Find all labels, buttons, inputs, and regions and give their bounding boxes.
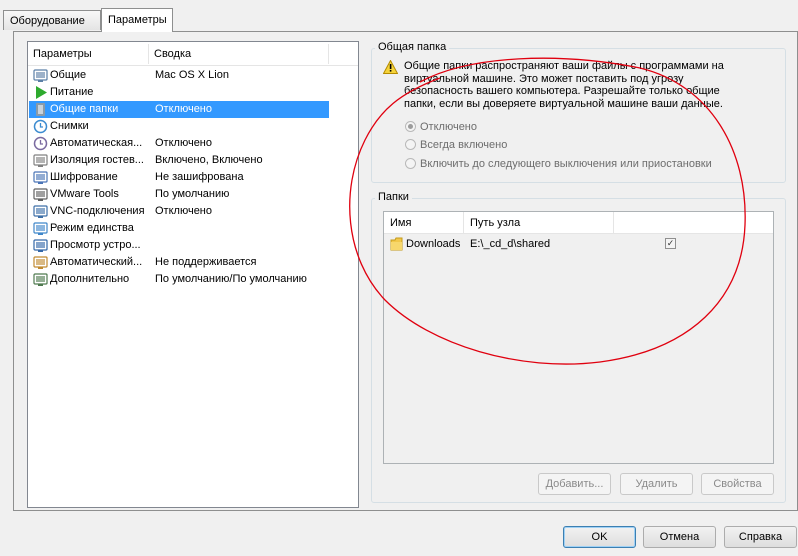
settings-list-item[interactable]: VNC-подключения Отключено — [29, 203, 359, 220]
settings-list-item[interactable]: Изоляция гостев... Включено, Включено — [29, 152, 359, 169]
folder-name: Downloads — [406, 238, 461, 250]
column-header-blank — [614, 212, 773, 234]
settings-item-name: Режим единства — [50, 222, 134, 234]
warning-line: папки, если вы доверяете виртуальной маш… — [404, 97, 723, 110]
settings-list-item[interactable]: Просмотр устро... — [29, 237, 359, 254]
settings-item-summary: Не поддерживается — [155, 256, 257, 268]
shared-folders-icon — [36, 103, 45, 116]
ok-button[interactable]: OK — [563, 526, 636, 548]
general-icon — [33, 69, 48, 82]
settings-item-summary: По умолчанию/По умолчанию — [155, 273, 307, 285]
radio-disabled-label: Отключено — [420, 121, 477, 133]
folder-host-path: E:\_cd_d\shared — [470, 238, 551, 250]
vmware-tools-icon — [33, 188, 48, 201]
advanced-icon — [33, 273, 48, 286]
warning-icon — [383, 60, 398, 74]
remove-folder-button[interactable]: Удалить — [620, 473, 693, 495]
tab-options[interactable]: Параметры — [101, 8, 173, 32]
column-header-name[interactable]: Имя — [384, 212, 464, 234]
power-play-icon — [36, 86, 47, 99]
settings-list-item[interactable]: Снимки — [29, 118, 359, 135]
settings-list-item[interactable]: Автоматическая... Отключено — [29, 135, 359, 152]
folder-icon — [390, 237, 403, 251]
warning-line: Общие папки распространяют ваши файлы с … — [404, 60, 724, 72]
folders-table[interactable]: Имя Путь узла Downloads E:\_cd_d\shared … — [383, 211, 774, 464]
folder-enabled-checkbox[interactable]: ✓ — [665, 238, 676, 249]
settings-item-name: Общие — [50, 69, 87, 81]
folders-group-title: Папки — [375, 191, 412, 203]
settings-item-name: Питание — [50, 86, 94, 98]
settings-list-item[interactable]: VMware Tools По умолчанию — [29, 186, 359, 203]
column-header-host-path[interactable]: Путь узла — [464, 212, 614, 234]
radio-always-enabled-label: Всегда включено — [420, 139, 508, 151]
column-header-summary[interactable]: Сводка — [154, 48, 191, 60]
settings-item-name: Просмотр устро... — [50, 239, 141, 251]
radio-until-poweroff-label: Включить до следующего выключения или пр… — [420, 158, 712, 170]
settings-list-item[interactable]: Дополнительно По умолчанию/По умолчанию — [29, 271, 359, 288]
radio-until-poweroff-indicator[interactable] — [405, 158, 416, 169]
settings-list-item[interactable]: Общие Mac OS X Lion — [29, 67, 359, 84]
settings-item-name: Шифрование — [50, 171, 118, 183]
tab-hardware[interactable]: Оборудование — [3, 10, 101, 30]
settings-item-name: VMware Tools — [50, 188, 119, 200]
radio-disabled-indicator[interactable] — [405, 121, 416, 132]
cancel-button[interactable]: Отмена — [643, 526, 716, 548]
settings-item-name: Автоматический... — [50, 256, 143, 268]
vnc-icon — [33, 205, 48, 218]
tab-hardware-label: Оборудование — [10, 15, 85, 27]
device-view-icon — [33, 239, 48, 252]
isolation-icon — [33, 154, 48, 167]
autoprotect-icon — [33, 136, 48, 151]
settings-list-item[interactable]: Шифрование Не зашифрована — [29, 169, 359, 186]
settings-list-item[interactable]: Питание — [29, 84, 359, 101]
table-row[interactable]: Downloads E:\_cd_d\shared ✓ — [384, 235, 773, 253]
autologin-icon — [33, 256, 48, 269]
folder-properties-button[interactable]: Свойства — [701, 473, 774, 495]
shared-folder-warning: Общие папки распространяют ваши файлы с … — [404, 60, 779, 110]
settings-item-summary: Не зашифрована — [155, 171, 244, 183]
settings-list-header: Параметры Сводка — [28, 42, 358, 66]
settings-list-item[interactable]: Режим единства — [29, 220, 359, 237]
snapshots-icon — [33, 119, 48, 134]
encryption-icon — [33, 171, 48, 184]
settings-item-name: VNC-подключения — [50, 205, 145, 217]
help-button[interactable]: Справка — [724, 526, 797, 548]
add-folder-button[interactable]: Добавить... — [538, 473, 611, 495]
settings-list-item[interactable]: Автоматический... Не поддерживается — [29, 254, 359, 271]
shared-folder-group-title: Общая папка — [375, 41, 450, 53]
settings-list-item[interactable]: Общие папки Отключено — [29, 101, 329, 118]
settings-item-summary: Отключено — [155, 103, 212, 115]
tab-options-label: Параметры — [108, 14, 167, 26]
column-header-settings[interactable]: Параметры — [33, 48, 92, 60]
settings-list[interactable]: Параметры Сводка Общие Mac OS X Lion Питан… — [27, 41, 359, 508]
settings-item-summary: Отключено — [155, 137, 212, 149]
settings-item-summary: Mac OS X Lion — [155, 69, 229, 81]
unity-icon — [33, 222, 48, 235]
settings-item-summary: Отключено — [155, 205, 212, 217]
radio-always-enabled-indicator[interactable] — [405, 139, 416, 150]
settings-item-name: Изоляция гостев... — [50, 154, 144, 166]
settings-item-name: Автоматическая... — [50, 137, 143, 149]
settings-item-name: Снимки — [50, 120, 89, 132]
warning-line: виртуальной машине. Это может поставить … — [404, 72, 684, 85]
settings-item-name: Общие папки — [50, 103, 119, 115]
settings-item-name: Дополнительно — [50, 273, 130, 285]
settings-item-summary: Включено, Включено — [155, 154, 263, 166]
warning-line: безопасность вашего компьютера. Разрешай… — [404, 85, 720, 97]
settings-item-summary: По умолчанию — [155, 188, 230, 200]
